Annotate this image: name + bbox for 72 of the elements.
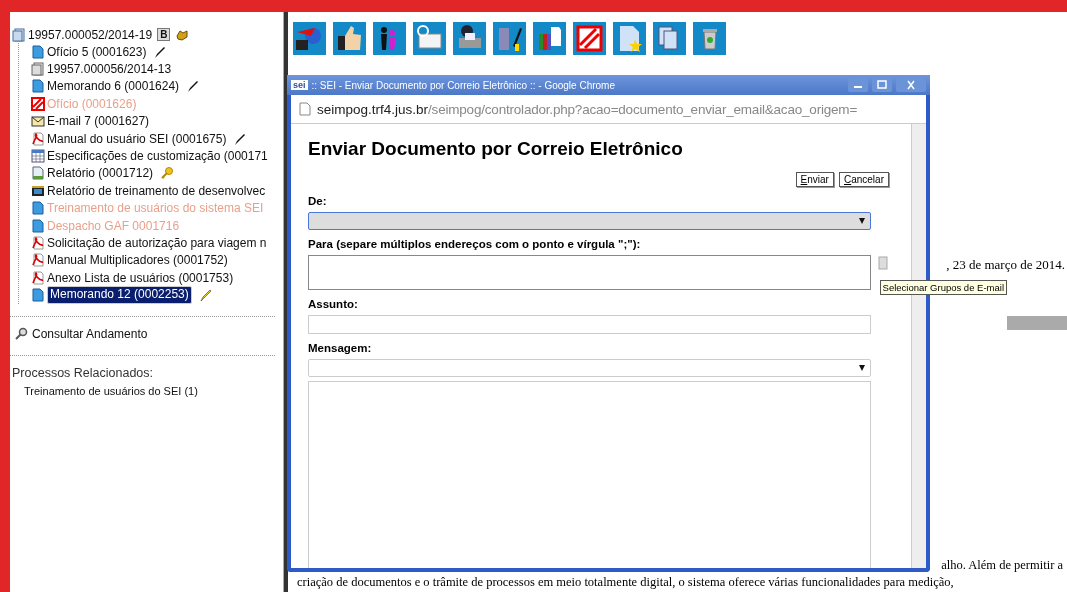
dialog-heading: Enviar Documento por Correio Eletrônico: [308, 138, 684, 160]
document-icon[interactable]: [31, 218, 45, 233]
window-title: :: SEI - Enviar Documento por Correio Eletrônico :: - Google Chrome: [311, 79, 616, 91]
tree-item-label[interactable]: Memorando 12 (0002253): [47, 286, 192, 305]
tree-item-label[interactable]: Solicitação de autorização para viagem n: [47, 236, 267, 250]
message-field[interactable]: [308, 381, 871, 568]
process-number[interactable]: 19957.000052/2014-19: [28, 27, 153, 42]
documents-icon[interactable]: [653, 22, 686, 55]
envelope-icon[interactable]: [31, 114, 45, 129]
tree-item-label[interactable]: Relatório de treinamento de desenvolvec: [47, 183, 266, 198]
address-bar[interactable]: seimpog.trf4.jus.br/seimpog/controlador.php?acao=documento_enviar_email&acao_origem=: [291, 95, 926, 124]
tree-item-label[interactable]: Ofício 5 (0001623): [47, 44, 147, 59]
document-band: [1007, 316, 1067, 330]
email-icon[interactable]: [413, 22, 446, 55]
books-document-icon[interactable]: [533, 22, 566, 55]
subject-field[interactable]: [308, 315, 871, 334]
document-text: alho. Além de permitir a: [941, 558, 1063, 573]
pen-icon[interactable]: [186, 79, 201, 94]
field-label: Para (separe múltiplos endereços com o ponto e vírgula ";"):: [308, 238, 642, 250]
bold-badge[interactable]: B: [157, 28, 171, 41]
spreadsheet-icon[interactable]: [31, 149, 45, 164]
pdf-icon[interactable]: [31, 131, 45, 146]
field-label: Mensagem:: [308, 342, 373, 354]
tooltip: Selecionar Grupos de E-mail: [879, 280, 1007, 295]
minimize-icon[interactable]: [848, 78, 868, 92]
people-icon[interactable]: [373, 22, 406, 55]
dropdown-arrow-icon: [859, 218, 865, 224]
thumbs-up-icon[interactable]: [333, 22, 366, 55]
dropdown-field[interactable]: [308, 359, 871, 377]
tree-item-label[interactable]: Manual Multiplicadores (0001752): [47, 253, 228, 268]
pdf-icon[interactable]: [31, 253, 45, 268]
magnifier-icon[interactable]: [14, 326, 28, 341]
document-date-line: , 23 de março de 2014.: [946, 257, 1065, 273]
document-icon[interactable]: [31, 44, 45, 59]
sei-logo: sei: [291, 80, 308, 90]
canceled-icon[interactable]: [573, 22, 606, 55]
tree-item-label[interactable]: Anexo Lista de usuários (0001753): [47, 270, 234, 285]
dialog-button[interactable]: Enviar: [795, 172, 834, 187]
document-icon[interactable]: [31, 288, 45, 303]
field-label: De:: [308, 195, 328, 207]
pdf-icon[interactable]: [31, 236, 45, 250]
pen-icon[interactable]: [153, 44, 168, 59]
film-icon[interactable]: [31, 183, 45, 198]
trash-icon[interactable]: [693, 22, 726, 55]
process-icon[interactable]: [12, 27, 26, 42]
tree-item-label[interactable]: Manual do usuário SEI (0001675): [47, 131, 227, 146]
process-icon[interactable]: [31, 62, 45, 77]
canceled-document-icon[interactable]: [31, 96, 45, 111]
tree-item-label[interactable]: Relatório (0001712): [47, 166, 154, 181]
related-heading: Processos Relacionados:: [11, 365, 155, 380]
document-icon[interactable]: [31, 201, 45, 216]
tree-item-label[interactable]: E-mail 7 (0001627): [47, 114, 150, 129]
building-pen-icon[interactable]: [493, 22, 526, 55]
key-icon[interactable]: [160, 166, 175, 181]
field-label: Assunto:: [308, 298, 359, 310]
related-process-link[interactable]: Treinamento de usuários do SEI (1): [10, 384, 283, 397]
tree-item-label[interactable]: Memorando 6 (0001624): [47, 79, 180, 94]
dropdown-field[interactable]: [308, 212, 871, 230]
tree-item-label[interactable]: Especificações de customização (000171: [47, 149, 268, 164]
close-icon[interactable]: [896, 78, 926, 92]
recipients-field[interactable]: [308, 255, 871, 290]
consult-link[interactable]: Consultar Andamento: [32, 326, 148, 341]
printer-icon[interactable]: [453, 22, 486, 55]
dropdown-arrow-icon: [859, 365, 865, 371]
tree-item-label[interactable]: 19957.000056/2014-13: [47, 62, 172, 77]
document-text: criação de documentos e o trâmite de processos em meio totalmente digital, o sistema oferece várias funcionalidades para medição,: [297, 575, 955, 590]
pdf-icon[interactable]: [31, 270, 45, 285]
page-icon: [299, 102, 311, 116]
globe-computer-icon[interactable]: [293, 22, 326, 55]
dialog-button[interactable]: Cancelar: [838, 172, 889, 187]
pen-icon[interactable]: [233, 131, 248, 146]
document-icon[interactable]: [31, 79, 45, 94]
